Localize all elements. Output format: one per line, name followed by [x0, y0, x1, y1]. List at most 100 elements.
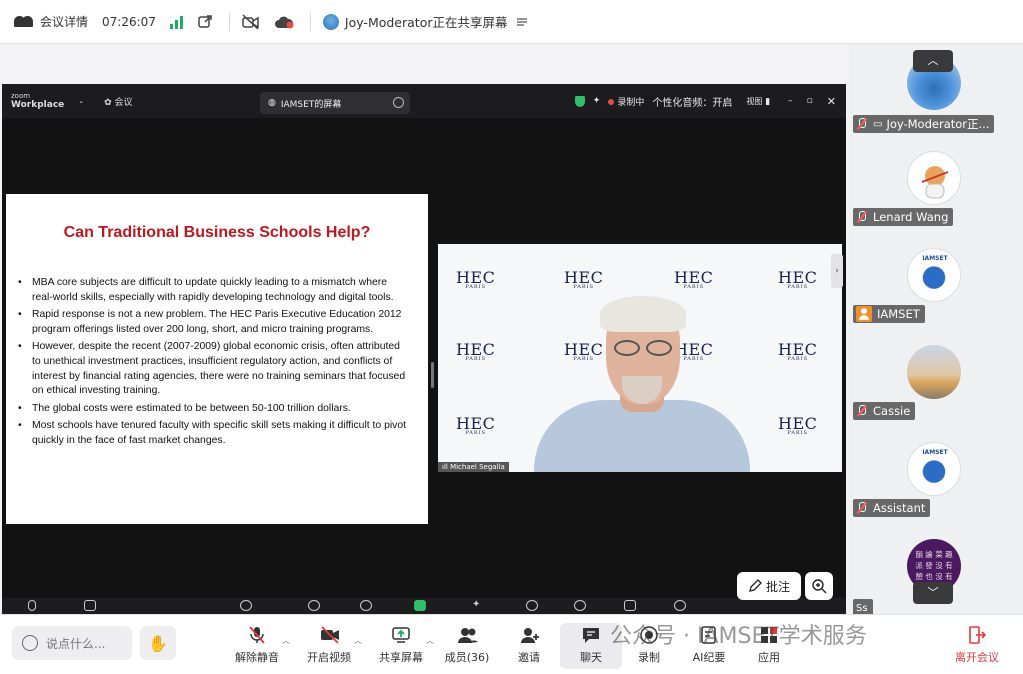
audio-mode-label[interactable]: 个性化音频：开启	[652, 94, 732, 109]
more-options-icon[interactable]	[393, 97, 404, 108]
sparkle-icon[interactable]: ✦	[593, 96, 601, 106]
host-person-icon	[856, 306, 872, 322]
hand-icon: ✋	[148, 633, 168, 653]
zoom-logo-bottom: Workplace	[11, 100, 65, 110]
more-icon[interactable]	[674, 600, 686, 611]
presentation-slide: Can Traditional Business Schools Help? M…	[6, 194, 428, 524]
meeting-details-link[interactable]: 会议详情	[40, 13, 88, 30]
participant-name-tag: ▭ Joy-Moderator正...	[853, 115, 995, 133]
ai-notes-icon	[699, 625, 719, 645]
participant-name: Joy-Moderator正...	[886, 117, 990, 131]
members-button[interactable]: 成员(36)	[436, 623, 498, 669]
participant-tile[interactable]: IAMSET IAMSET	[849, 238, 1023, 334]
hec-logo: HEC PARIS	[778, 340, 817, 362]
apps-label: 应用	[758, 651, 780, 664]
sharing-menu-icon[interactable]	[516, 16, 528, 28]
share-screen-button[interactable]: 共享屏幕	[370, 623, 432, 669]
chevron-up-icon[interactable]: ︿	[426, 635, 434, 646]
participant-name: Ss	[856, 602, 868, 614]
slide-title: Can Traditional Business Schools Help?	[63, 224, 371, 241]
participants-icon[interactable]	[240, 600, 252, 611]
iamset-logo: IAMSET	[907, 442, 961, 496]
participant-name: Cassie	[873, 404, 911, 418]
speaker-figure	[534, 296, 750, 472]
minimize-icon[interactable]: –	[788, 96, 793, 106]
chat-icon	[581, 625, 601, 645]
chevron-down-icon: ﹀	[927, 586, 939, 599]
slide-bullet: However, despite the recent (2007-2009) …	[18, 340, 410, 398]
cloud-icon[interactable]	[274, 15, 294, 29]
chat-button[interactable]: 聊天	[560, 623, 622, 669]
emoji-icon[interactable]	[22, 635, 38, 651]
meeting-toolbar: 说点什么... ✋ 解除静音 ︿ 开启视频 ︿ 共享屏幕 ︿ 成员(36) 邀请	[0, 614, 1023, 674]
speaker-video[interactable]: HEC PARIS HEC PARIS HEC PARIS HEC PARIS HEC P…	[438, 244, 842, 472]
captions-icon[interactable]	[624, 600, 636, 611]
record-icon[interactable]	[574, 600, 586, 611]
mic-off-icon	[856, 118, 868, 130]
chevron-right-icon[interactable]: ›	[831, 254, 843, 288]
start-video-button[interactable]: 开启视频	[298, 623, 360, 669]
invite-button[interactable]: 邀请	[498, 623, 560, 669]
speaker-name-label: ıll Michael Segalla	[438, 462, 509, 472]
no-camera-icon[interactable]	[242, 13, 260, 30]
chat-icon[interactable]	[308, 600, 320, 611]
recording-indicator[interactable]: 录制中	[608, 95, 644, 108]
iamset-logo-text: IAMSET	[922, 449, 948, 456]
leave-meeting-button[interactable]: 离开会议	[946, 623, 1008, 669]
chat-input[interactable]: 说点什么...	[12, 626, 132, 660]
annotate-button[interactable]: 批注	[737, 572, 801, 600]
participant-name-tag: Cassie	[853, 402, 916, 420]
scroll-up-button[interactable]: ︿	[913, 50, 953, 72]
chevron-down-icon[interactable]: ⌄	[78, 97, 84, 105]
annotate-label: 批注	[765, 579, 790, 594]
participant-name: IAMSET	[877, 307, 920, 321]
share-icon[interactable]	[414, 600, 426, 611]
share-screen-label: 共享屏幕	[379, 651, 423, 664]
zoom-screen-tab[interactable]: ◍ IAMSET的屏幕	[260, 92, 410, 114]
shield-icon[interactable]	[574, 95, 585, 107]
screen-share-icon: ▭	[873, 118, 883, 130]
slide-bullet: Most schools have tenured faculty with s…	[18, 419, 410, 448]
sparkle-icon[interactable]: ✦	[472, 600, 484, 611]
divider	[228, 12, 230, 31]
ai-notes-button[interactable]: AI纪要	[678, 623, 740, 669]
unmute-label: 解除静音	[235, 651, 279, 664]
participant-name: Assistant	[873, 501, 926, 515]
splitter-handle[interactable]	[431, 362, 434, 388]
participant-tile[interactable]: Lenard Wang	[849, 141, 1023, 237]
hec-logo: HEC PARIS	[456, 340, 495, 362]
view-button[interactable]: 视图 ▮	[746, 96, 770, 107]
raise-hand-button[interactable]: ✋	[140, 626, 176, 660]
chat-label: 聊天	[580, 651, 602, 664]
maximize-icon[interactable]: ▫	[807, 96, 813, 106]
reactions-icon[interactable]	[360, 600, 372, 611]
tencent-meeting-logo-icon	[14, 15, 34, 28]
participant-tile[interactable]: Cassie	[849, 335, 1023, 431]
hec-logo: HEC PARIS	[674, 268, 713, 290]
shared-zoom-window: zoom Workplace ⌄ ✿ 会议 ◍ IAMSET的屏幕 ✦ 录制中 …	[2, 84, 846, 614]
close-icon[interactable]: ✕	[827, 95, 836, 108]
participant-name-tag: Ss	[853, 599, 873, 614]
apps-grid-icon	[759, 625, 779, 645]
leave-meeting-label: 离开会议	[955, 651, 999, 664]
participant-name: Lenard Wang	[873, 210, 949, 224]
mic-icon[interactable]	[28, 600, 36, 611]
camera-icon[interactable]	[84, 600, 96, 611]
chevron-up-icon[interactable]: ︿	[354, 635, 362, 646]
hec-logo: HEC PARIS	[778, 414, 817, 436]
sharer-avatar	[322, 13, 339, 30]
signal-icon: ıll	[442, 463, 451, 471]
zoom-meeting-menu[interactable]: ✿ 会议	[104, 95, 132, 108]
paw-icon: ✿	[104, 97, 115, 108]
signal-icon[interactable]	[169, 15, 183, 29]
popout-icon[interactable]	[197, 14, 213, 30]
unmute-button[interactable]: 解除静音	[226, 623, 288, 669]
chevron-up-icon[interactable]: ︿	[282, 635, 290, 646]
apps-button[interactable]: 应用	[738, 623, 800, 669]
participant-tile[interactable]: IAMSET Assistant	[849, 432, 1023, 528]
zoom-in-icon	[812, 579, 827, 594]
scroll-down-button[interactable]: ﹀	[913, 582, 953, 604]
zoom-in-button[interactable]	[805, 572, 833, 600]
apps-icon[interactable]	[526, 600, 538, 611]
record-button[interactable]: 录制	[618, 623, 680, 669]
